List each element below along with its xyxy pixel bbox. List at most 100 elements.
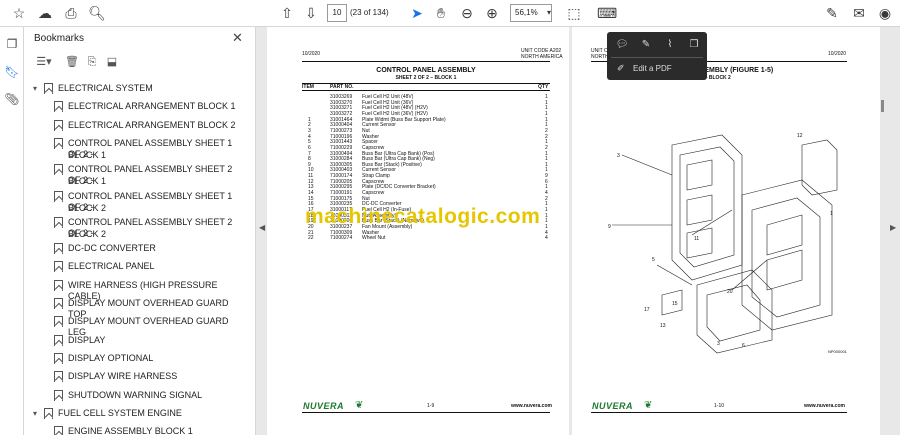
bookmark-flag-icon [54,279,63,291]
cell-qty: 4 [545,235,548,242]
bookmarks-panel: Bookmarks ✕ ☰▾ 🗑︎ ⎘ ⬓ ▾ ELECTRICAL SYSTEM… [24,27,273,435]
quick-actions-popup: 💬︎ ✎ ⌇ ❐ ✐ Edit a PDF [607,32,707,80]
mail-icon[interactable]: ✉ [850,4,868,22]
collapse-right-icon[interactable]: ▶ [890,223,896,232]
bookmark-star-icon[interactable]: ☆ [10,4,28,22]
edit-pdf-button[interactable]: Edit a PDF [633,64,672,73]
zoom-in-icon[interactable]: ⊕ [483,4,501,22]
svg-text:13: 13 [660,323,666,329]
nuvera-logo: NUVERA [303,401,345,411]
bookmark-flag-icon [54,137,63,149]
figure-id: NP000001 [828,349,847,354]
svg-text:11: 11 [694,236,699,242]
table-row: 22 71000274 Wheel Nut 4 [302,235,549,241]
page-title: ASSEMBLY (FIGURE 1-5) [690,67,774,74]
top-toolbar: ☆ ☁ ⎙ 🔍︎ ⇧ ⇩ 10 (23 of 134) ➤ ✋︎ ⊖ ⊕ 56,… [0,0,900,27]
next-page-button[interactable]: ⇩ [302,4,320,22]
close-icon[interactable]: ✕ [232,30,243,46]
zoom-search-icon[interactable]: 🔍︎ [88,4,106,22]
page-number: 1-10 [714,403,725,409]
previous-page-button[interactable]: ⇧ [278,4,296,22]
footer-url: www.nuvera.com [804,403,845,409]
bookmarks-icon[interactable]: 🔖︎ [4,64,20,80]
hand-tool-icon[interactable]: ✋︎ [432,4,450,22]
bookmark-flag-icon [54,164,63,176]
copy-icon[interactable]: ❐ [687,38,701,52]
bookmark-flag-icon [54,389,63,401]
bookmarks-title: Bookmarks [34,33,85,44]
bookmark-flag-icon [54,371,63,383]
cell-item: 22 [308,235,314,242]
bookmark-flag-icon [54,261,63,273]
new-bookmark-icon[interactable]: ⎘ [82,54,102,70]
bookmark-flag-icon [54,119,63,131]
edit-pen-icon[interactable]: ✎ [823,4,841,22]
bookmark-label: FUEL CELL SYSTEM ENGINE [58,407,182,418]
bookmark-label: SHUTDOWN WARNING SIGNAL [68,389,203,400]
fit-page-icon[interactable]: ⬚ [565,4,583,22]
keyboard-icon[interactable]: ⌨ [597,4,617,22]
svg-text:1: 1 [830,211,833,217]
bookmark-label: DISPLAY [68,334,106,345]
bookmark-label: DC-DC CONVERTER [68,243,156,254]
cell-part: 71000274 [330,235,353,242]
col-part: PART NO. [330,84,354,90]
bookmark-flag-icon [54,298,63,309]
bookmark-label: ENGINE ASSEMBLY BLOCK 1 [68,426,193,435]
svg-text:20: 20 [727,289,733,295]
edit-pdf-icon: ✐ [617,63,625,73]
cell-desc: Wheel Nut [362,235,386,242]
account-icon[interactable]: ◉ [876,4,894,22]
scrollbar[interactable] [881,100,884,112]
zoom-dropdown-icon[interactable]: ▾ [540,4,558,22]
svg-text:5: 5 [652,257,655,263]
options-menu-icon[interactable]: ☰▾ [34,54,54,70]
page-number-input[interactable]: 10 [327,4,347,22]
svg-text:6: 6 [742,343,745,349]
delete-bookmark-icon[interactable]: 🗑︎ [62,54,82,70]
nuvera-logo: NUVERA [592,401,634,411]
highlight-pen-icon[interactable]: ✎ [639,38,653,52]
page-number: 1-9 [427,403,435,409]
print-icon[interactable]: ⎙ [62,4,80,22]
bookmark-list: ▾ ELECTRICAL SYSTEM ELECTRICAL ARRANGEMENT… [24,79,246,435]
exploded-assembly-diagram: 3 9 5 11 20 15 17 13 3 6 12 1 [608,133,838,354]
bookmark-flag-icon [54,316,63,328]
svg-text:3: 3 [717,341,720,347]
bookmark-label: ELECTRICAL SYSTEM [58,83,153,93]
bookmark-label: ELECTRICAL ARRANGEMENT BLOCK 1 [68,101,236,112]
page-thumbnails-icon[interactable]: ❐ [4,36,20,52]
collapse-left-icon[interactable]: ◀ [259,223,265,232]
svg-text:15: 15 [672,301,678,307]
draw-icon[interactable]: ⌇ [663,38,677,52]
bookmark-flag-icon [54,352,63,364]
upload-cloud-icon[interactable]: ☁ [36,4,54,22]
svg-text:17: 17 [644,307,650,313]
select-cursor-icon[interactable]: ➤ [408,4,426,22]
bookmark-label-line2: BLOCK 1 [68,176,107,187]
watermark: machinecatalogic.com [305,205,541,228]
bookmark-label: DISPLAY OPTIONAL [68,352,154,363]
page-date: 10/2020 [302,51,321,57]
comment-icon[interactable]: 💬︎ [615,38,629,52]
svg-text:12: 12 [797,133,803,139]
chevron-down-icon[interactable]: ▾ [33,408,37,419]
bookmark-label-line2: BLOCK 2 [68,228,107,239]
bookmark-label: DISPLAY WIRE HARNESS [68,371,178,382]
attachments-icon[interactable]: 📎︎ [4,91,20,107]
bookmark-flag-icon [54,190,63,202]
chevron-down-icon[interactable]: ▾ [33,83,37,94]
bookmark-flag-icon [54,334,63,346]
page-right: UNIT CODE A202 NORTH AMERICA 10/2020 ASS… [572,27,880,435]
col-qty: QTY [538,84,549,90]
page-subtitle: SHEET 2 OF 2 – BLOCK 1 [395,75,457,81]
expand-bookmark-icon[interactable]: ⬓ [102,54,122,70]
page-count: (23 of 134) [350,8,389,17]
zoom-out-icon[interactable]: ⊖ [458,4,476,22]
page-subtitle: OF 2 — BLOCK 2 [690,75,731,81]
region: NORTH AMERICA [521,54,563,60]
svg-text:3: 3 [617,153,620,159]
bookmark-flag-icon [54,243,63,255]
page-title: CONTROL PANEL ASSEMBLY [376,67,476,74]
bookmark-flag-icon [44,407,53,419]
